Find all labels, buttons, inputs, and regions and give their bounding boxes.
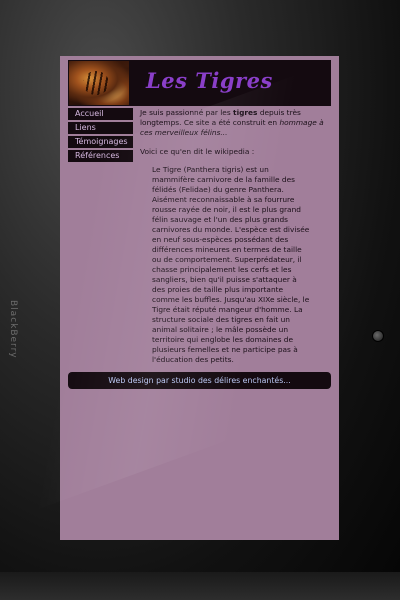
wikipedia-quote: Le Tigre (Panthera tigris) est un mammif… bbox=[152, 165, 310, 364]
intro-text-1: Je suis passionné par les bbox=[140, 108, 234, 117]
footer-credit[interactable]: Web design par studio des délires enchan… bbox=[68, 372, 331, 389]
intro-bold: tigres bbox=[233, 108, 258, 117]
nav-item-temoignages[interactable]: Témoignages bbox=[68, 136, 133, 148]
camera-sensor-icon bbox=[372, 330, 384, 342]
tablet-device: BlackBerry Les Tigres Accueil Liens Témo… bbox=[0, 0, 400, 600]
nav-item-accueil[interactable]: Accueil bbox=[68, 108, 133, 120]
intro-paragraph: Je suis passionné par les tigres depuis … bbox=[140, 108, 330, 138]
nav-item-references[interactable]: Références bbox=[68, 150, 133, 162]
main-content: Je suis passionné par les tigres depuis … bbox=[140, 108, 330, 365]
site-header: Les Tigres bbox=[68, 60, 331, 106]
side-nav: Accueil Liens Témoignages Références bbox=[68, 108, 133, 164]
browser-screen: Les Tigres Accueil Liens Témoignages Réf… bbox=[60, 56, 339, 540]
quote-lead: Voici ce qu'en dit le wikipedia : bbox=[140, 147, 255, 156]
site-title: Les Tigres bbox=[146, 68, 273, 93]
nav-item-liens[interactable]: Liens bbox=[68, 122, 133, 134]
device-bottom-edge bbox=[0, 572, 400, 600]
device-brand-label: BlackBerry bbox=[8, 300, 18, 359]
tiger-photo-icon bbox=[69, 61, 129, 105]
